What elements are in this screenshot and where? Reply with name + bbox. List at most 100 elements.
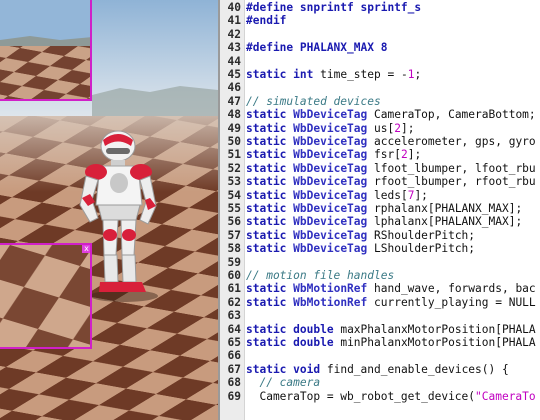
code-token: WbDeviceTag xyxy=(293,175,368,189)
code-token: hand_wave, forwards, bac xyxy=(367,282,536,296)
line-number: 41 xyxy=(227,14,241,28)
code-token: us[ xyxy=(367,121,395,135)
code-text: CameraTop = wb_robot_get_device("CameraT… xyxy=(246,389,536,403)
line-number: 59 xyxy=(227,255,241,269)
code-token: // camera xyxy=(246,376,321,390)
line-number: 61 xyxy=(227,282,241,296)
code-token: minPhalanxMotorPosition[PHALA xyxy=(333,336,536,349)
code-token: static xyxy=(246,161,287,175)
code-token: WbDeviceTag xyxy=(293,108,368,122)
code-text: // camera xyxy=(246,376,320,389)
simulation-3d-view[interactable]: x xyxy=(0,0,218,420)
code-token: double xyxy=(293,322,334,336)
camera-top-overlay[interactable] xyxy=(0,0,92,101)
line-number: 54 xyxy=(227,188,241,202)
code-text: static WbDeviceTag fsr[2]; xyxy=(246,148,421,161)
line-number: 55 xyxy=(227,202,241,215)
code-text: static WbDeviceTag rfoot_lbumper, rfoot_… xyxy=(246,175,536,188)
line-number: 52 xyxy=(227,161,241,175)
code-text: #define PHALANX_MAX 8 xyxy=(246,41,387,54)
code-token: ]; xyxy=(414,188,428,202)
code-token: static xyxy=(246,175,287,189)
line-number: 68 xyxy=(227,376,241,390)
code-text: static WbDeviceTag rphalanx[PHALANX_MAX]… xyxy=(246,202,522,215)
code-token: WbDeviceTag xyxy=(293,215,368,229)
code-text: static WbMotionRef hand_wave, forwards, … xyxy=(246,282,536,295)
code-token: WbDeviceTag xyxy=(293,188,368,202)
code-text: static WbDeviceTag us[2]; xyxy=(246,122,414,135)
code-text: static WbDeviceTag lfoot_lbumper, lfoot_… xyxy=(246,162,536,175)
code-token: RShoulderPitch; xyxy=(367,228,476,242)
code-text: static WbDeviceTag RShoulderPitch; xyxy=(246,229,475,242)
code-token: "CameraTo xyxy=(475,389,536,403)
code-token: CameraTop = wb_robot_get_device( xyxy=(246,389,476,403)
code-token: static xyxy=(246,362,287,376)
line-number: 64 xyxy=(227,322,241,336)
code-token: static xyxy=(246,282,287,296)
line-number: 58 xyxy=(227,242,241,256)
code-token: ; xyxy=(414,68,422,81)
code-token: void xyxy=(293,362,321,376)
code-token: static xyxy=(246,202,287,215)
code-token: time_step = - xyxy=(313,68,408,81)
code-token: double xyxy=(293,336,334,349)
line-number: 65 xyxy=(227,336,241,349)
code-token: currently_playing = NULL xyxy=(367,295,536,309)
code-token: fsr[ xyxy=(367,148,401,162)
code-token: 2 xyxy=(400,148,408,162)
line-number: 45 xyxy=(227,68,241,81)
code-text: // simulated devices xyxy=(246,95,381,108)
code-token: WbDeviceTag xyxy=(293,121,368,135)
code-token: int xyxy=(293,68,314,81)
camera-top-image xyxy=(0,0,90,99)
code-text: static int time_step = -1; xyxy=(246,68,421,81)
code-token: #endif xyxy=(246,14,287,28)
code-token: static xyxy=(246,215,287,229)
code-text: static void find_and_enable_devices() { xyxy=(246,363,509,376)
line-number: 53 xyxy=(227,175,241,189)
line-number: 46 xyxy=(227,81,241,95)
code-token: static xyxy=(246,68,287,81)
code-token: CameraTop, CameraBottom; xyxy=(367,108,536,122)
code-token: static xyxy=(246,108,287,122)
code-token: accelerometer, gps, gyro xyxy=(367,135,536,148)
line-number: 62 xyxy=(227,295,241,309)
code-token: rfoot_lbumper, rfoot_rbu xyxy=(367,175,536,189)
code-text: static WbDeviceTag lphalanx[PHALANX_MAX]… xyxy=(246,215,522,228)
camera-bottom-overlay[interactable]: x xyxy=(0,243,92,349)
code-editor[interactable]: 40 #define snprintf sprintf_s 41 #endif 42 43… xyxy=(220,0,540,420)
code-token: rphalanx[PHALANX_MAX]; xyxy=(367,202,523,215)
code-token: static xyxy=(246,135,287,148)
line-number: 60 xyxy=(227,269,241,282)
code-token: #define snprintf sprintf_s xyxy=(246,1,422,14)
camera-bottom-image xyxy=(0,245,90,347)
code-text: static double minPhalanxMotorPosition[PH… xyxy=(246,336,536,349)
code-token: // simulated devices xyxy=(246,94,381,108)
code-token: static xyxy=(246,322,287,336)
code-token: WbDeviceTag xyxy=(293,202,368,215)
code-text: static double maxPhalanxMotorPosition[PH… xyxy=(246,323,536,336)
code-text: #define snprintf sprintf_s xyxy=(246,1,421,14)
code-token: WbDeviceTag xyxy=(293,135,368,148)
code-text: static WbDeviceTag LShoulderPitch; xyxy=(246,242,475,255)
line-number: 47 xyxy=(227,94,241,108)
line-number: 57 xyxy=(227,228,241,242)
code-token: WbDeviceTag xyxy=(293,148,368,162)
code-token: WbDeviceTag xyxy=(293,228,368,242)
code-token: static xyxy=(246,295,287,309)
line-number: 66 xyxy=(227,349,241,363)
line-number: 49 xyxy=(227,121,241,135)
code-text: static WbDeviceTag CameraTop, CameraBott… xyxy=(246,108,536,121)
line-number: 43 xyxy=(227,41,241,55)
code-token: static xyxy=(246,242,287,256)
code-token: maxPhalanxMotorPosition[PHALA xyxy=(333,322,536,336)
line-number: 67 xyxy=(227,362,241,376)
code-token: ]; xyxy=(407,148,422,162)
code-token: static xyxy=(246,228,287,242)
code-token: WbMotionRef xyxy=(293,295,368,309)
line-number: 40 xyxy=(227,1,241,14)
code-token: 2 xyxy=(394,121,401,135)
code-token: static xyxy=(246,188,287,202)
close-icon[interactable]: x xyxy=(82,245,90,253)
code-text: static WbDeviceTag accelerometer, gps, g… xyxy=(246,135,536,148)
